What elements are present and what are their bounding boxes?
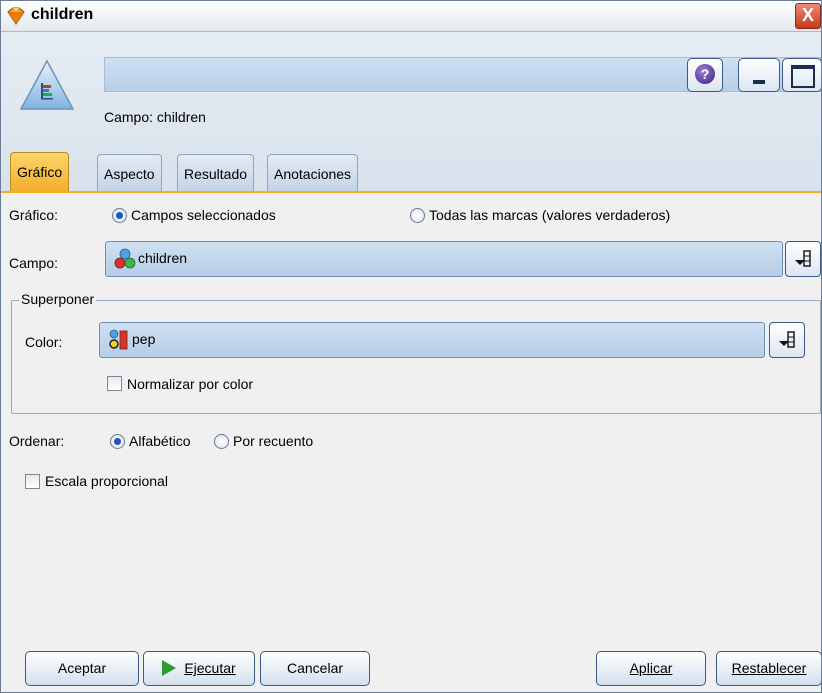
button-bar: Aceptar Ejecutar Cancelar Aplicar Restab… <box>1 644 821 692</box>
ok-button[interactable]: Aceptar <box>25 651 139 686</box>
apply-button[interactable]: Aplicar <box>596 651 706 686</box>
tab-grafico[interactable]: Gráfico <box>10 152 70 192</box>
field-picker-icon <box>795 250 811 267</box>
tab-anotaciones[interactable]: Anotaciones <box>267 154 359 191</box>
color-select[interactable]: pep <box>99 322 765 358</box>
title-bar[interactable]: children X <box>1 1 821 32</box>
close-icon: X <box>801 5 814 25</box>
set-field-icon <box>114 248 136 269</box>
play-icon <box>162 659 177 676</box>
normalizar-label[interactable]: Normalizar por color <box>127 376 253 392</box>
campo-select[interactable]: children <box>105 241 783 277</box>
radio-por-recuento-label[interactable]: Por recuento <box>233 433 313 449</box>
escala-proporcional-checkbox[interactable] <box>25 474 40 489</box>
radio-por-recuento[interactable] <box>214 434 229 449</box>
grafico-label: Gráfico: <box>9 207 59 223</box>
node-diamond-icon <box>7 7 25 25</box>
cancel-button[interactable]: Cancelar <box>260 651 370 686</box>
tab-strip: Gráfico Aspecto Resultado Anotaciones <box>1 151 821 193</box>
minimize-icon <box>753 80 765 84</box>
window-title: children <box>31 6 94 23</box>
campo-label: Campo: <box>9 255 59 271</box>
run-button[interactable]: Ejecutar <box>143 651 255 686</box>
tab-aspecto[interactable]: Aspecto <box>97 154 162 191</box>
campo-value: children <box>138 250 188 266</box>
color-label: Color: <box>25 334 63 350</box>
radio-campos-seleccionados[interactable] <box>112 208 127 223</box>
field-caption: Campo: children <box>104 109 206 125</box>
campo-picker-button[interactable] <box>785 241 821 277</box>
escala-proporcional-label[interactable]: Escala proporcional <box>45 473 168 489</box>
color-picker-button[interactable] <box>769 322 805 358</box>
ordenar-label: Ordenar: <box>9 433 65 449</box>
help-button[interactable]: ? <box>687 58 723 92</box>
close-button[interactable]: X <box>795 3 821 29</box>
maximize-icon <box>791 65 815 88</box>
flag-field-icon <box>109 329 128 350</box>
minimize-button[interactable] <box>738 58 780 92</box>
reset-button[interactable]: Restablecer <box>716 651 821 686</box>
reset-button-label: Restablecer <box>731 660 807 676</box>
superponer-title: Superponer <box>19 291 97 307</box>
maximize-button[interactable] <box>782 58 821 92</box>
tab-resultado[interactable]: Resultado <box>177 154 255 191</box>
field-picker-icon <box>779 331 795 348</box>
color-value: pep <box>132 331 156 347</box>
radio-todas-las-marcas[interactable] <box>410 208 425 223</box>
apply-button-label: Aplicar <box>629 660 673 676</box>
run-button-label: Ejecutar <box>184 660 236 676</box>
dialog-window: children X ? Campo: children Gráfico Asp… <box>0 0 822 693</box>
help-icon: ? <box>695 64 715 84</box>
radio-todas-las-marcas-label[interactable]: Todas las marcas (valores verdaderos) <box>429 207 670 223</box>
radio-alfabetico-label[interactable]: Alfabético <box>129 433 190 449</box>
normalizar-checkbox[interactable] <box>107 376 122 391</box>
radio-campos-seleccionados-label[interactable]: Campos seleccionados <box>131 207 276 223</box>
tab-content-grafico: Gráfico: Campos seleccionados Todas las … <box>1 193 821 643</box>
radio-alfabetico[interactable] <box>110 434 125 449</box>
histogram-node-icon <box>19 59 75 110</box>
